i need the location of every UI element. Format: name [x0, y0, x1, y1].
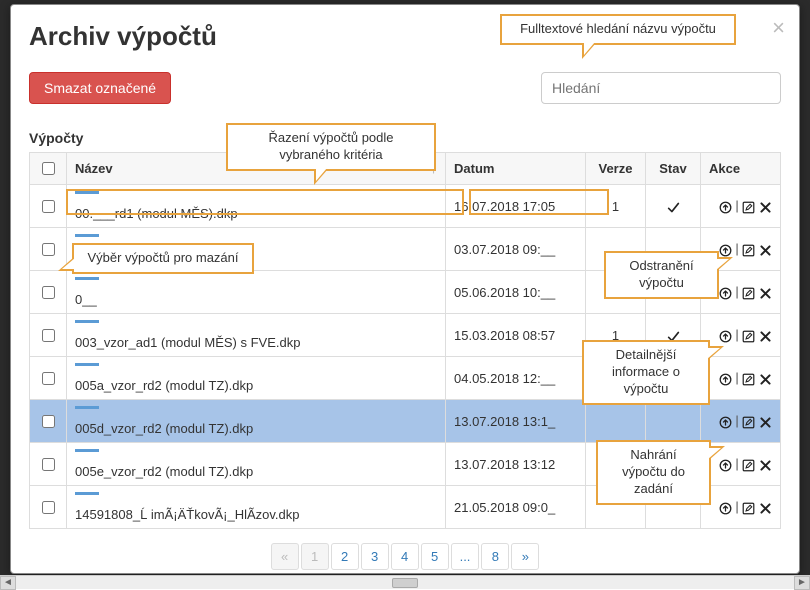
scroll-right-icon[interactable]: ► [794, 576, 810, 590]
page-link[interactable]: 3 [361, 543, 389, 570]
edit-icon[interactable] [742, 499, 755, 514]
remove-icon[interactable] [759, 370, 772, 385]
cell-name: 003_vzor_ad1 (modul MĚS) s FVE.dkp [67, 314, 446, 357]
row-checkbox[interactable] [42, 501, 55, 514]
col-date[interactable]: Datum [446, 153, 586, 185]
callout-upload: Nahrání výpočtu do zadání [596, 440, 711, 505]
upload-icon[interactable] [719, 327, 732, 342]
remove-icon[interactable] [759, 198, 772, 213]
edit-icon[interactable] [742, 327, 755, 342]
page-link[interactable]: ... [451, 543, 480, 570]
table-row[interactable]: 00.___rd1 (modul MĚS).dkp16.07.2018 17:0… [30, 185, 781, 228]
row-checkbox[interactable] [42, 243, 55, 256]
search-input[interactable] [541, 72, 781, 104]
cell-date: 13.07.2018 13:1_ [446, 400, 586, 443]
cell-name: 005a_vzor_rd2 (modul TZ).dkp [67, 357, 446, 400]
row-checkbox[interactable] [42, 286, 55, 299]
remove-icon[interactable] [759, 327, 772, 342]
callout-remove: Odstranění výpočtu [604, 251, 719, 299]
row-checkbox[interactable] [42, 329, 55, 342]
col-state[interactable]: Stav [646, 153, 701, 185]
horizontal-scrollbar[interactable]: ◄ ► [0, 575, 810, 589]
col-version[interactable]: Verze [586, 153, 646, 185]
edit-icon[interactable] [742, 413, 755, 428]
cell-name: 005e_vzor_rd2 (modul TZ).dkp [67, 443, 446, 486]
cell-actions: | [701, 486, 781, 529]
row-checkbox[interactable] [42, 200, 55, 213]
scroll-thumb[interactable] [392, 578, 418, 588]
row-checkbox[interactable] [42, 458, 55, 471]
page-link[interactable]: 2 [331, 543, 359, 570]
remove-icon[interactable] [759, 413, 772, 428]
pagination: «12345...8» [29, 543, 781, 570]
cell-state [646, 400, 701, 443]
page-link[interactable]: « [271, 543, 299, 570]
upload-icon[interactable] [719, 413, 732, 428]
remove-icon[interactable] [759, 456, 772, 471]
remove-icon[interactable] [759, 499, 772, 514]
select-all-checkbox[interactable] [42, 162, 55, 175]
cell-name: 0__ [67, 271, 446, 314]
cell-date: 15.03.2018 08:57 [446, 314, 586, 357]
cell-date: 05.06.2018 10:__ [446, 271, 586, 314]
cell-actions: | [701, 357, 781, 400]
scroll-left-icon[interactable]: ◄ [0, 576, 16, 590]
page-link[interactable]: 8 [481, 543, 509, 570]
upload-icon[interactable] [719, 198, 732, 213]
cell-date: 21.05.2018 09:0_ [446, 486, 586, 529]
callout-search: Fulltextové hledání názvu výpočtu [500, 14, 736, 45]
table-row[interactable]: 005d_vzor_rd2 (modul TZ).dkp13.07.2018 1… [30, 400, 781, 443]
edit-icon[interactable] [742, 241, 755, 256]
cell-date: 03.07.2018 09:__ [446, 228, 586, 271]
cell-name: 00.___rd1 (modul MĚS).dkp [67, 185, 446, 228]
upload-icon[interactable] [719, 499, 732, 514]
edit-icon[interactable] [742, 284, 755, 299]
delete-marked-button[interactable]: Smazat označené [29, 72, 171, 104]
col-actions: Akce [701, 153, 781, 185]
cell-version: 1 [586, 185, 646, 228]
upload-icon[interactable] [719, 284, 732, 299]
cell-name: 005d_vzor_rd2 (modul TZ).dkp [67, 400, 446, 443]
upload-icon[interactable] [719, 370, 732, 385]
page-link[interactable]: 1 [301, 543, 329, 570]
close-icon[interactable]: × [772, 15, 785, 41]
cell-actions: | [701, 185, 781, 228]
upload-icon[interactable] [719, 241, 732, 256]
cell-date: 16.07.2018 17:05 [446, 185, 586, 228]
cell-date: 04.05.2018 12:__ [446, 357, 586, 400]
cell-state [646, 185, 701, 228]
callout-sort: Řazení výpočtů podle vybraného kritéria [226, 123, 436, 171]
edit-icon[interactable] [742, 456, 755, 471]
row-checkbox[interactable] [42, 415, 55, 428]
cell-actions: | [701, 400, 781, 443]
edit-icon[interactable] [742, 198, 755, 213]
remove-icon[interactable] [759, 284, 772, 299]
remove-icon[interactable] [759, 241, 772, 256]
callout-select: Výběr výpočtů pro mazání [72, 243, 254, 274]
cell-date: 13.07.2018 13:12 [446, 443, 586, 486]
page-link[interactable]: 4 [391, 543, 419, 570]
page-link[interactable]: » [511, 543, 539, 570]
cell-version [586, 400, 646, 443]
cell-name: 14591808_Ĺ imÃ¡ÄŤkovÃ¡_HlÃzov.dkp [67, 486, 446, 529]
callout-detail: Detailnější informace o výpočtu [582, 340, 710, 405]
page-link[interactable]: 5 [421, 543, 449, 570]
edit-icon[interactable] [742, 370, 755, 385]
row-checkbox[interactable] [42, 372, 55, 385]
